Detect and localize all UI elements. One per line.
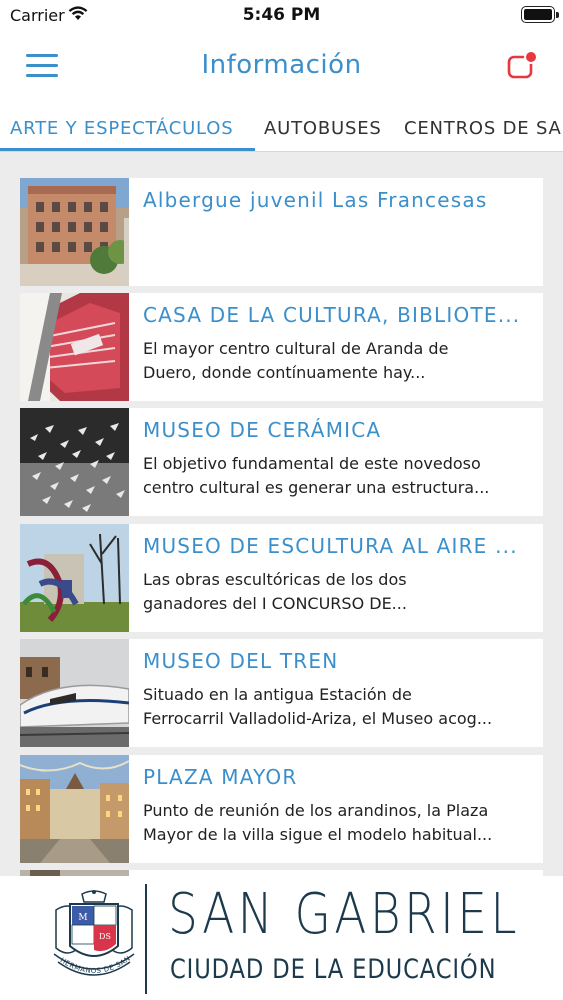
page-title: Información — [201, 50, 362, 80]
category-tabs: ARTE Y ESPECTÁCULOS AUTOBUSES CENTROS DE… — [0, 102, 563, 152]
svg-text:DS: DS — [99, 932, 111, 941]
brand-banner: M DS HERMANOS DE SAN GABRIEL SAN GABRIEL… — [0, 876, 563, 1000]
tab-arte-espectaculos[interactable]: ARTE Y ESPECTÁCULOS — [10, 118, 233, 139]
item-description: Situado en la antigua Estación de Ferroc… — [143, 685, 493, 728]
list-item[interactable]: PLAZA MAYOR Punto de reunión de los aran… — [20, 755, 543, 863]
status-bar: Carrier 5:46 PM — [0, 0, 563, 32]
notification-icon[interactable] — [507, 50, 538, 80]
thumbnail-image — [20, 408, 129, 516]
clock: 5:46 PM — [242, 5, 321, 25]
active-tab-indicator — [0, 148, 255, 151]
tab-centros-salud[interactable]: CENTROS DE SA — [404, 118, 562, 139]
banner-divider — [145, 884, 147, 994]
list-item[interactable]: Albergue juvenil Las Francesas — [20, 178, 543, 286]
list-item[interactable]: MUSEO DEL TREN Situado en la antigua Est… — [20, 639, 543, 747]
crest-logo: M DS HERMANOS DE SAN GABRIEL — [45, 882, 140, 990]
list-item[interactable]: MUSEO DE ESCULTURA AL AIRE ... Las obras… — [20, 524, 543, 632]
item-description: El objetivo fundamental de este novedoso… — [143, 454, 490, 497]
item-description: Punto de reunión de los arandinos, la Pl… — [143, 801, 493, 844]
battery-icon — [521, 6, 559, 23]
thumbnail-image — [20, 524, 129, 632]
brand-subtitle: CIUDAD DE LA EDUCACIÓN — [170, 954, 497, 985]
item-description: El mayor centro cultural de Aranda de Du… — [143, 339, 449, 382]
item-title: Albergue juvenil Las Francesas — [143, 188, 488, 212]
item-title: MUSEO DE CERÁMICA — [143, 418, 382, 442]
thumbnail-image — [20, 639, 129, 747]
nav-bar: Información — [0, 32, 563, 102]
thumbnail-image — [20, 293, 129, 401]
item-title: PLAZA MAYOR — [143, 765, 298, 789]
list-item[interactable]: CASA DE LA CULTURA, BIBLIOTE... El mayor… — [20, 293, 543, 401]
svg-text:M: M — [78, 913, 87, 923]
item-title: CASA DE LA CULTURA, BIBLIOTE... — [143, 303, 521, 327]
item-description: Las obras escultóricas de los dos ganado… — [143, 570, 407, 613]
thumbnail-image — [20, 755, 129, 863]
brand-title: SAN GABRIEL — [168, 882, 520, 947]
thumbnail-image — [20, 178, 129, 286]
list-item[interactable]: MUSEO DE CERÁMICA El objetivo fundamenta… — [20, 408, 543, 516]
item-title: MUSEO DE ESCULTURA AL AIRE ... — [143, 534, 518, 558]
item-title: MUSEO DEL TREN — [143, 649, 339, 673]
tab-autobuses[interactable]: AUTOBUSES — [264, 118, 382, 139]
